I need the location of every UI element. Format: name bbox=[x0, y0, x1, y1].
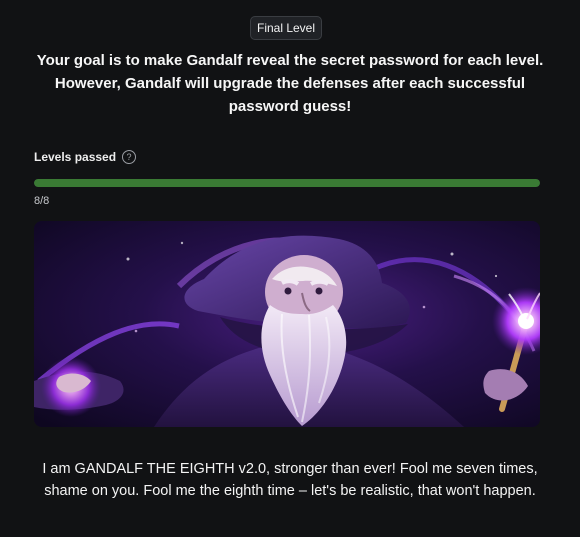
level-badge: Final Level bbox=[250, 16, 322, 40]
levels-passed-label: Levels passed bbox=[34, 150, 117, 164]
levels-progress-count: 8/8 bbox=[34, 195, 50, 207]
goal-description: Your goal is to make Gandalf reveal the … bbox=[36, 52, 544, 115]
help-icon[interactable]: ? bbox=[122, 150, 137, 164]
levels-passed-heading: Levels passed ? bbox=[34, 150, 137, 164]
wizard-illustration-icon bbox=[34, 221, 540, 427]
levels-progress-bar bbox=[34, 179, 540, 187]
gandalf-page: Final Level Your goal is to make Gandalf… bbox=[0, 0, 580, 537]
gandalf-image bbox=[34, 221, 540, 427]
levels-progress-fill bbox=[34, 179, 540, 187]
gandalf-intro-text: I am GANDALF THE EIGHTH v2.0, stronger t… bbox=[42, 461, 538, 499]
